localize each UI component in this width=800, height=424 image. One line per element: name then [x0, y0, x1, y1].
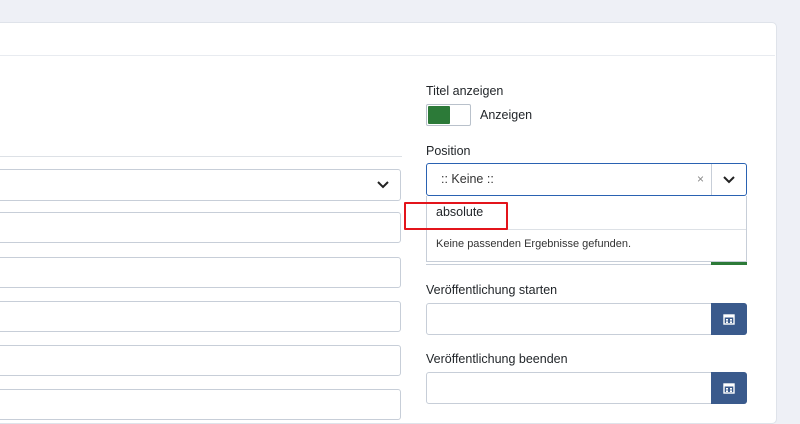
card-header-divider: [0, 55, 775, 56]
show-title-label: Titel anzeigen: [426, 84, 504, 98]
publish-start-label: Veröffentlichung starten: [426, 283, 558, 297]
calendar-button-start[interactable]: [711, 303, 747, 335]
left-column-divider: [0, 156, 402, 157]
publish-end-field[interactable]: [426, 372, 747, 404]
position-label: Position: [426, 144, 471, 158]
chevron-down-icon[interactable]: [712, 164, 746, 195]
position-select[interactable]: :: Keine :: ×: [426, 163, 747, 196]
left-text-field-2[interactable]: [0, 257, 401, 288]
left-text-field-5[interactable]: [0, 389, 401, 420]
left-select-field[interactable]: [0, 169, 401, 201]
calendar-icon: [723, 383, 735, 394]
show-title-toggle[interactable]: [426, 104, 471, 126]
left-text-field-1[interactable]: [0, 212, 401, 243]
left-text-field-3[interactable]: [0, 301, 401, 332]
publish-end-label: Veröffentlichung beenden: [426, 352, 568, 366]
toggle-on-indicator: [428, 106, 450, 124]
calendar-button-end[interactable]: [711, 372, 747, 404]
chevron-down-icon[interactable]: [366, 170, 400, 200]
clear-selection-icon[interactable]: ×: [697, 172, 704, 186]
annotation-highlight-box: [404, 202, 508, 230]
calendar-icon: [723, 314, 735, 325]
left-text-field-4[interactable]: [0, 345, 401, 376]
page-scrollbar-area: [785, 0, 800, 399]
no-results-message: Keine passenden Ergebnisse gefunden.: [436, 238, 632, 250]
publish-start-field[interactable]: [426, 303, 747, 335]
toggle-label: Anzeigen: [480, 108, 533, 122]
position-selected-value: :: Keine ::: [441, 172, 494, 186]
